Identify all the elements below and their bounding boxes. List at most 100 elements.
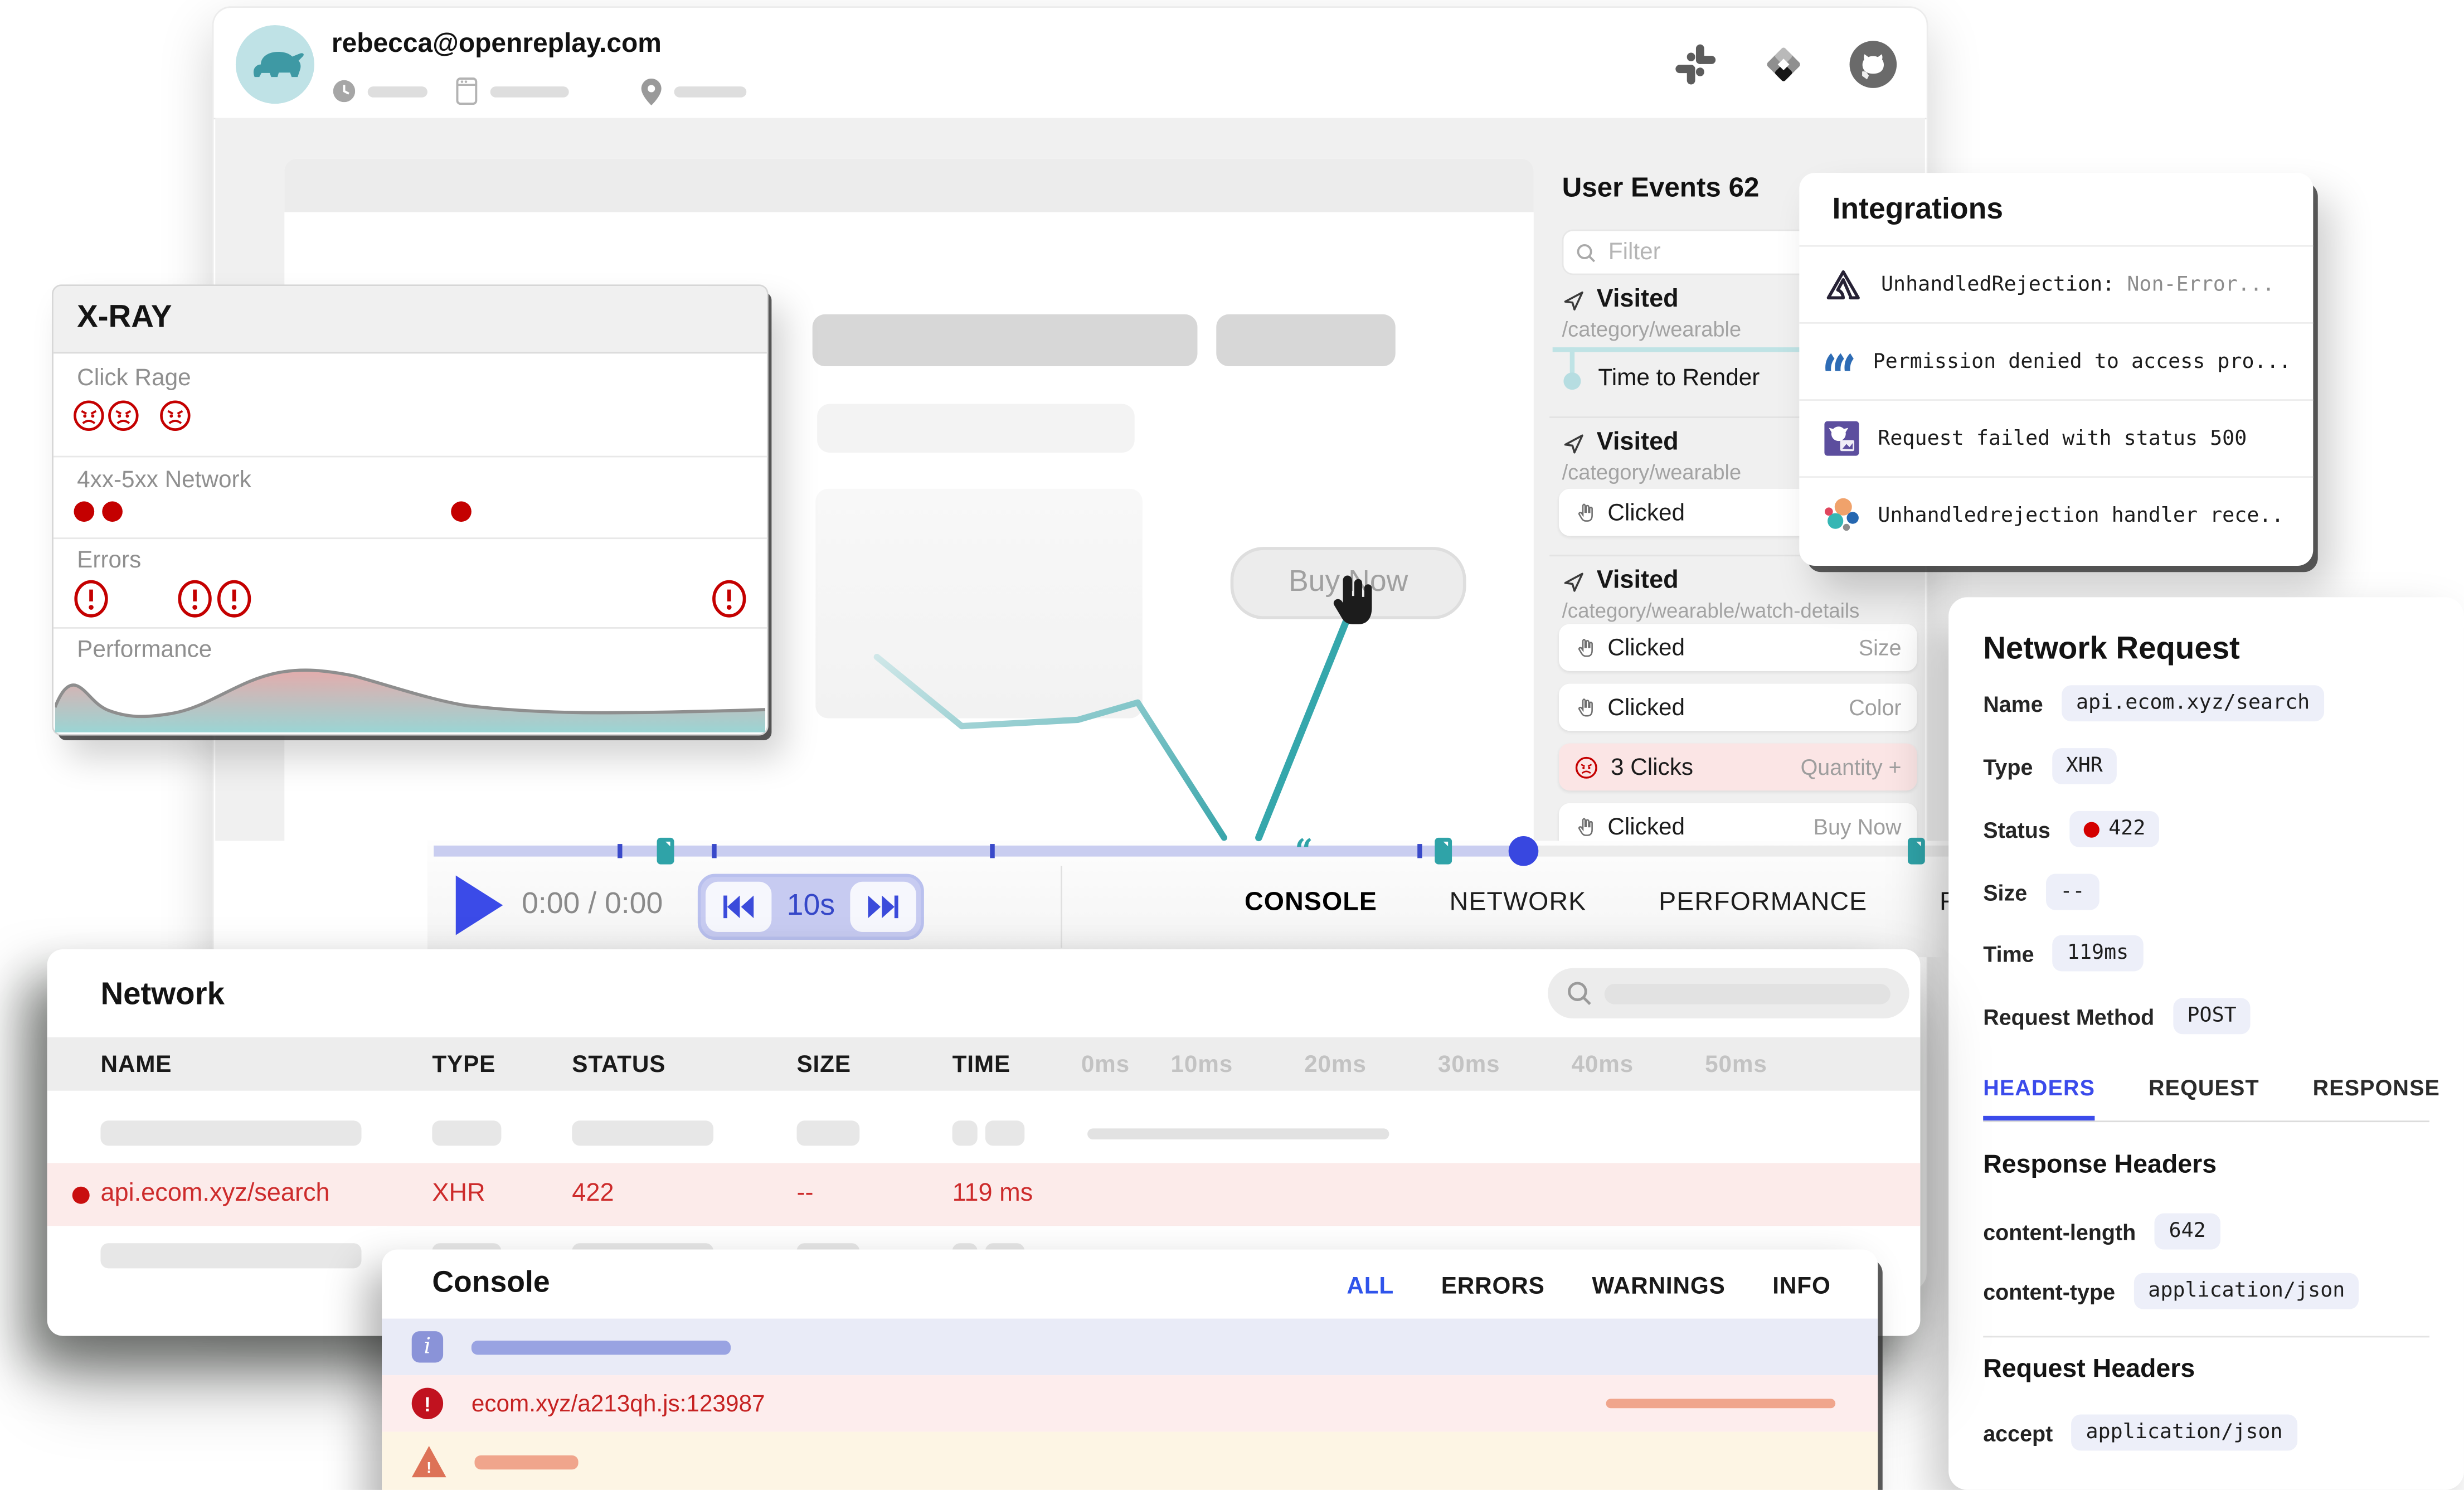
network-error-dot[interactable] <box>451 501 472 522</box>
hand-pointer-icon <box>1574 815 1595 838</box>
content-type-value: application/json <box>2134 1273 2359 1309</box>
play-button[interactable] <box>456 875 506 935</box>
table-row-error[interactable]: api.ecom.xyz/search XHR 422 -- 119 ms <box>47 1163 1921 1226</box>
time-to-render-label[interactable]: Time to Render <box>1598 365 1760 391</box>
meta-skeleton <box>368 86 427 97</box>
field-time: Time 119ms <box>1983 935 2142 972</box>
event-marker-icon[interactable] <box>1435 838 1452 865</box>
cell-type: XHR <box>432 1180 485 1208</box>
user-avatar <box>236 25 314 104</box>
slack-icon[interactable] <box>1672 41 1719 88</box>
request-headers-title: Request Headers <box>1983 1355 2195 1385</box>
xray-section-label: Click Rage <box>77 365 191 391</box>
tab-performance[interactable]: PERFORMANCE <box>1659 888 1867 918</box>
log-skeleton <box>474 1454 578 1468</box>
divider <box>1061 866 1062 948</box>
tab-errors[interactable]: ERRORS <box>1441 1273 1545 1300</box>
network-search[interactable] <box>1548 968 1909 1018</box>
tab-console[interactable]: CONSOLE <box>1245 888 1377 918</box>
table-row-skeleton[interactable] <box>47 1103 1921 1163</box>
angry-face-icon[interactable] <box>72 399 105 432</box>
timeline-tick <box>1417 844 1422 858</box>
network-error-dot[interactable] <box>74 501 95 522</box>
field-type-value: XHR <box>2052 748 2117 784</box>
ttr-marker-dot <box>1563 372 1581 390</box>
tab-headers[interactable]: HEADERS <box>1983 1075 2095 1121</box>
angry-face-icon <box>1574 755 1598 779</box>
field-status-value: 422 <box>2069 811 2160 847</box>
quote-marker-icon[interactable]: “ <box>1295 832 1313 870</box>
github-icon[interactable] <box>1848 39 1898 89</box>
event-url: /category/wearable <box>1562 318 1742 341</box>
search-icon <box>1567 981 1592 1006</box>
player-tabs: CONSOLE NETWORK PERFORMANCE REDUX <box>1245 888 2034 918</box>
field-size-value: -- <box>2046 874 2099 910</box>
console-row-info[interactable]: i <box>382 1319 1878 1376</box>
rhino-icon <box>236 25 314 104</box>
timeline-tick <box>990 844 994 858</box>
tab-response[interactable]: RESPONSE <box>2313 1075 2440 1121</box>
skip-forward-button[interactable] <box>850 882 916 932</box>
field-name: Name api.ecom.xyz/search <box>1983 685 2324 721</box>
event-url: /category/wearable <box>1562 460 1742 484</box>
jira-icon[interactable] <box>1760 41 1807 88</box>
field-time-value: 119ms <box>2053 935 2143 972</box>
content-length-value: 642 <box>2155 1214 2220 1250</box>
error-dot <box>72 1186 90 1203</box>
integration-row-sentry[interactable]: UnhandledRejection: Non-Error... <box>1799 245 2313 322</box>
header-accept: accept application/json <box>1983 1415 2297 1451</box>
xray-section-label: Performance <box>77 637 212 663</box>
network-error-dot[interactable] <box>102 501 123 522</box>
field-size: Size -- <box>1983 874 2099 910</box>
event-visited[interactable]: Visited /category/wearable/watch-details <box>1562 567 1860 623</box>
tab-all[interactable]: ALL <box>1347 1273 1394 1300</box>
navigate-icon <box>1562 431 1586 455</box>
xray-section-label: Errors <box>77 547 141 574</box>
divider <box>1983 1336 2429 1338</box>
integration-row-datadog[interactable]: Request failed with status 500 <box>1799 399 2313 476</box>
integration-row-elastic[interactable]: Unhandledrejection handler rece.. <box>1799 476 2313 553</box>
console-row-warning[interactable]: ! <box>382 1432 1878 1490</box>
console-row-error[interactable]: ! ecom.xyz/a213qh.js:123987 <box>382 1375 1878 1432</box>
integration-row-waves[interactable]: Permission denied to access pro... <box>1799 322 2313 399</box>
image-skeleton <box>815 489 1142 719</box>
error-badge-icon[interactable] <box>176 579 214 619</box>
field-status: Status 422 <box>1983 811 2160 847</box>
tab-info[interactable]: INFO <box>1772 1273 1830 1300</box>
tab-warnings[interactable]: WARNINGS <box>1592 1273 1725 1300</box>
playhead[interactable] <box>1509 836 1539 866</box>
timeline-tick <box>618 844 622 858</box>
angry-face-icon[interactable] <box>159 399 192 432</box>
request-detail-tabs: HEADERS REQUEST RESPONSE <box>1983 1075 2440 1121</box>
meta-skeleton <box>674 86 747 97</box>
tab-network[interactable]: NETWORK <box>1450 888 1587 918</box>
event-visited[interactable]: Visited /category/wearable <box>1562 429 1742 484</box>
browser-icon <box>456 77 478 105</box>
cursor-hand-icon <box>1325 570 1378 633</box>
tab-request[interactable]: REQUEST <box>2149 1075 2259 1121</box>
field-name-value: api.ecom.xyz/search <box>2062 685 2324 721</box>
event-clicked-card[interactable]: Clicked Size <box>1559 624 1917 671</box>
cell-name: api.ecom.xyz/search <box>100 1180 329 1208</box>
integrations-title: Integrations <box>1833 193 2004 228</box>
timeline-tick <box>712 844 716 858</box>
event-marker-icon[interactable] <box>1908 838 1925 865</box>
player-timeline[interactable]: “ <box>434 846 2137 857</box>
log-skeleton <box>472 1340 731 1354</box>
sentry-icon <box>1823 265 1864 303</box>
divider <box>1983 1120 2429 1122</box>
divider <box>54 627 767 629</box>
event-marker-icon[interactable] <box>657 838 674 865</box>
error-badge-icon[interactable] <box>72 579 110 619</box>
event-clicked-card[interactable]: Clicked Color <box>1559 683 1917 731</box>
console-error-source: ecom.xyz/a213qh.js:123987 <box>472 1390 765 1417</box>
skip-back-button[interactable] <box>706 882 771 932</box>
error-badge-icon[interactable] <box>710 579 748 619</box>
user-events-count: 62 <box>1729 171 1760 202</box>
event-visited[interactable]: Visited /category/wearable <box>1562 286 1742 341</box>
event-rage-clicks-card[interactable]: 3 Clicks Quantity + <box>1559 744 1917 791</box>
cell-status: 422 <box>572 1180 614 1208</box>
skip-interval-label: 10s <box>787 890 835 924</box>
error-badge-icon[interactable] <box>215 579 253 619</box>
angry-face-icon[interactable] <box>107 399 140 432</box>
